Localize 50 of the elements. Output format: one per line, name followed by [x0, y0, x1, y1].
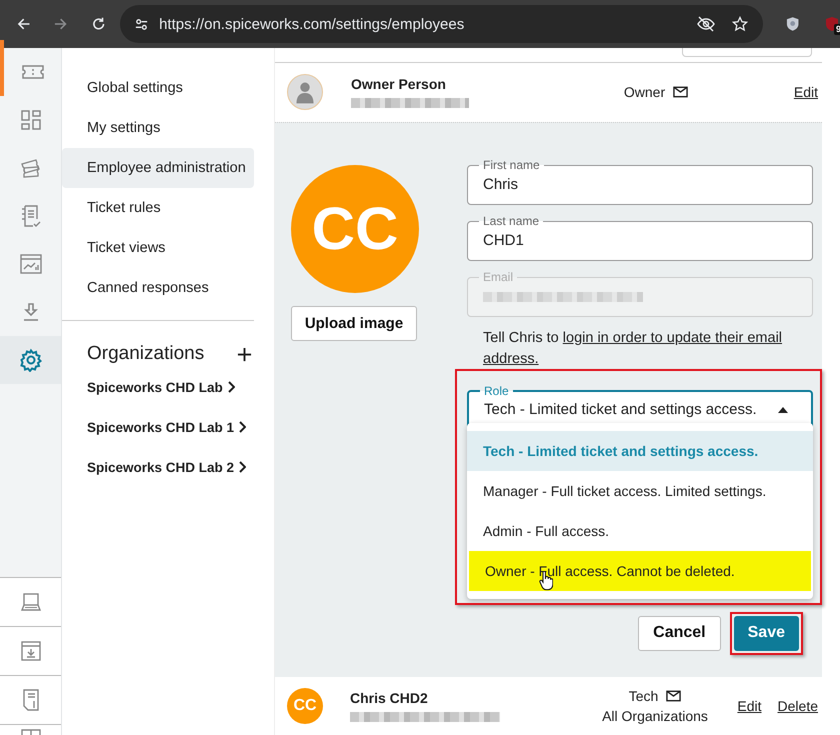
nav-item[interactable]: Canned responses [62, 268, 254, 308]
employee-role: Owner [624, 84, 666, 100]
dropdown-option[interactable]: Manager - Full ticket access. Limited settings. [467, 470, 813, 511]
input-field[interactable] [682, 48, 812, 57]
upload-button[interactable]: Upload image [291, 306, 417, 341]
back-icon[interactable] [16, 16, 32, 32]
chevron-right-icon [226, 381, 235, 393]
star-icon[interactable] [730, 16, 749, 32]
edit-link[interactable]: Edit [794, 84, 818, 100]
mail-icon[interactable] [673, 86, 688, 98]
delete-link[interactable]: Delete [778, 698, 818, 714]
organization-link[interactable]: Spiceworks CHD Lab 2 [62, 447, 254, 487]
employee-name: Owner Person [351, 76, 447, 92]
dashboard-icon [18, 108, 42, 132]
add-icon[interactable] [237, 346, 252, 362]
section-heading: Organizations [87, 343, 204, 365]
nav-item[interactable]: Employee administration [62, 148, 254, 188]
nav-item[interactable]: Global settings [62, 68, 254, 108]
nav-item[interactable]: Ticket views [62, 228, 254, 268]
avatar: CC [291, 164, 419, 293]
chevron-right-icon [238, 421, 246, 433]
save-button[interactable]: Save [734, 616, 799, 651]
employee-organizations: All Organizations [602, 708, 708, 724]
mail-icon[interactable] [666, 690, 682, 702]
settings-icon [18, 348, 42, 372]
login-link[interactable]: address. [483, 350, 539, 367]
cancel-button[interactable]: Cancel [638, 616, 721, 651]
organization-link[interactable]: Spiceworks CHD Lab 1 [62, 407, 254, 447]
employee-role: Tech [628, 688, 658, 704]
avatar: CC [287, 688, 323, 724]
dropdown-option[interactable]: Owner - Full access. Cannot be deleted. [469, 550, 811, 591]
edit-link[interactable]: Edit [737, 698, 762, 714]
nav-item[interactable]: My settings [62, 108, 254, 148]
url-text: https://on.spiceworks.com/settings/employees [159, 16, 466, 32]
shield-icon[interactable] [784, 16, 800, 32]
chart-icon [18, 252, 42, 276]
forward-icon[interactable] [53, 16, 69, 32]
inbox-icon[interactable] [18, 639, 42, 663]
employee-name: Chris CHD2 [350, 690, 429, 706]
chevron-right-icon [238, 461, 246, 473]
eye-slash-icon[interactable] [696, 16, 715, 32]
organization-link[interactable]: Spiceworks CHD Lab [62, 367, 254, 407]
help-text: Tell Chris to login in order to update their email address. [483, 328, 784, 369]
caret-up-icon [778, 406, 788, 413]
site-settings-icon[interactable] [134, 16, 150, 32]
login-link[interactable]: login in order to update their email [562, 330, 782, 346]
address-bar[interactable]: https://on.spiceworks.com/settings/employees [120, 5, 763, 43]
reload-icon[interactable] [90, 16, 106, 32]
dropdown-option[interactable]: Admin - Full access. [467, 510, 813, 551]
nav-item[interactable]: Ticket rules [62, 188, 254, 228]
